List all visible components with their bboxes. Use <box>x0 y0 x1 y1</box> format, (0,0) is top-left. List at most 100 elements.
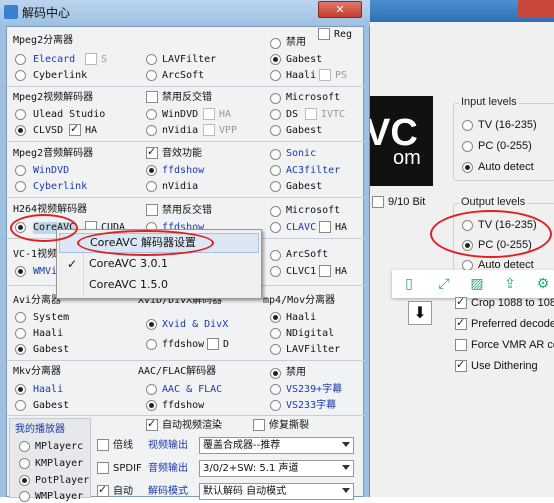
radio-cyberlink-a[interactable] <box>15 181 26 192</box>
radio-clvsd[interactable] <box>15 125 26 136</box>
menu-item-coreavc-150[interactable]: CoreAVC 1.5.0 <box>59 276 259 296</box>
check-windvd-ha[interactable] <box>203 108 215 120</box>
avi-header: Avi分离器 <box>13 295 62 306</box>
radio-haali-avi[interactable] <box>15 328 26 339</box>
radio-haali-mkv[interactable] <box>15 384 26 395</box>
check-repair[interactable] <box>253 419 265 431</box>
radio-windvd-a[interactable] <box>15 165 26 176</box>
check-spdif[interactable] <box>97 462 109 474</box>
check-vpp[interactable] <box>203 124 215 136</box>
radio-windvd[interactable] <box>146 109 157 120</box>
radio-system[interactable] <box>15 312 26 323</box>
radio-elecard[interactable] <box>15 54 26 65</box>
video-out-select[interactable]: 覆盖合成器--推荐 <box>199 437 354 454</box>
radio-potplayer[interactable] <box>19 475 30 486</box>
radio-aac[interactable] <box>146 384 157 395</box>
radio-lavfilter[interactable] <box>146 54 157 65</box>
check-d[interactable] <box>207 338 219 350</box>
radio-sonic[interactable] <box>270 149 281 160</box>
bg-down-arrow-button[interactable]: ⬇ <box>408 301 432 325</box>
image-icon[interactable]: ▨ <box>466 273 488 295</box>
radio-ndigital[interactable] <box>270 328 281 339</box>
radio-haali-mp4[interactable] <box>270 312 281 323</box>
bg-bit-checkbox[interactable] <box>372 196 384 208</box>
bg-check-dither[interactable] <box>455 358 467 372</box>
label-clvsd: CLVSD <box>33 125 64 136</box>
label-reg: Reg <box>334 29 353 40</box>
radio-clvc1[interactable] <box>270 266 281 277</box>
check-auto[interactable] <box>97 483 109 497</box>
share-icon[interactable]: ⇪ <box>499 273 521 295</box>
radio-vs239[interactable] <box>270 384 281 395</box>
radio-split-disable[interactable] <box>270 38 281 49</box>
radio-cyberlink[interactable] <box>15 70 26 81</box>
bg-check-preferred[interactable] <box>455 316 467 330</box>
check-ps[interactable] <box>319 69 331 81</box>
radio-microsoft-h[interactable] <box>270 206 281 217</box>
radio-ulead[interactable] <box>15 109 26 120</box>
radio-gabest-mkv[interactable] <box>15 400 26 411</box>
bg-check-force[interactable] <box>455 339 467 351</box>
radio-arcsoft[interactable] <box>146 70 157 81</box>
divider <box>7 86 365 87</box>
bg-close-button[interactable] <box>518 0 554 18</box>
label-sound-effect: 音效功能 <box>162 148 202 159</box>
bg-check-crop[interactable] <box>455 295 467 309</box>
radio-ffdshow-aac[interactable] <box>146 400 157 411</box>
radio-kmplayer[interactable] <box>19 458 30 469</box>
phone-icon[interactable]: ▯ <box>398 273 420 295</box>
radio-mplayerc[interactable] <box>19 441 30 452</box>
radio-gabest-a[interactable] <box>270 181 281 192</box>
input-tv-radio[interactable] <box>462 120 473 131</box>
label-wmplayer: WMPlayer <box>35 491 84 502</box>
label-haali-mkv: Haali <box>33 384 64 395</box>
radio-gabest-avi[interactable] <box>15 344 26 355</box>
input-pc-radio[interactable] <box>462 141 473 152</box>
check-deinterlace-1[interactable] <box>146 91 158 103</box>
radio-ds[interactable] <box>270 109 281 120</box>
radio-ac3filter[interactable] <box>270 165 281 176</box>
radio-arcsoft-vc1[interactable] <box>270 250 281 261</box>
settings-icon[interactable]: ⚙ <box>532 273 554 295</box>
radio-microsoft-v[interactable] <box>270 93 281 104</box>
label-mplayerc: MPlayerc <box>35 441 84 452</box>
check-clvc1-ha[interactable] <box>319 265 331 277</box>
menu-item-coreavc-301[interactable]: ✓ CoreAVC 3.0.1 <box>59 255 259 275</box>
check-ivtc[interactable] <box>305 108 317 120</box>
radio-nvidia-v[interactable] <box>146 125 157 136</box>
bg-logo-sub: om <box>393 147 421 169</box>
radio-sub-disable[interactable] <box>270 368 281 379</box>
check-sound-effect[interactable] <box>146 145 158 159</box>
radio-clavc[interactable] <box>270 222 281 233</box>
check-auto-render[interactable] <box>146 417 158 431</box>
radio-ffdshow-a[interactable] <box>146 165 157 176</box>
label-aac: AAC & FLAC <box>162 384 223 395</box>
label-haali-mp4: Haali <box>286 312 317 323</box>
check-deinterlace-2[interactable] <box>146 204 158 216</box>
radio-gabest-v[interactable] <box>270 125 281 136</box>
label-repair: 修复撕裂 <box>269 420 309 431</box>
radio-xvid[interactable] <box>146 319 157 330</box>
radio-haali[interactable] <box>270 70 281 81</box>
label-vpp: VPP <box>219 125 238 136</box>
input-levels-title: Input levels <box>459 96 519 108</box>
audio-out-select[interactable]: 3/0/2+SW: 5.1 声道 <box>199 460 354 477</box>
radio-gabest[interactable] <box>270 54 281 65</box>
input-auto-radio[interactable] <box>462 162 473 173</box>
radio-vs233[interactable] <box>270 400 281 411</box>
bg-bit-label: 9/10 Bit <box>388 196 426 208</box>
expand-icon[interactable]: ⤢ <box>433 273 455 295</box>
radio-nvidia-a[interactable] <box>146 181 157 192</box>
label-gabest-avi: Gabest <box>33 344 70 355</box>
radio-lavfilter-mp4[interactable] <box>270 344 281 355</box>
check-s[interactable] <box>85 53 97 65</box>
check-reg[interactable] <box>318 28 330 40</box>
radio-ffdshow-x[interactable] <box>146 339 157 350</box>
radio-wmvideo[interactable] <box>15 266 26 277</box>
close-button[interactable]: ✕ <box>318 1 362 18</box>
decode-mode-select[interactable]: 默认解码 自动模式 <box>199 483 354 500</box>
label-system: System <box>33 312 70 323</box>
check-clavc-ha[interactable] <box>319 221 331 233</box>
check-clvsd-ha[interactable] <box>69 122 81 136</box>
check-double[interactable] <box>97 439 109 451</box>
